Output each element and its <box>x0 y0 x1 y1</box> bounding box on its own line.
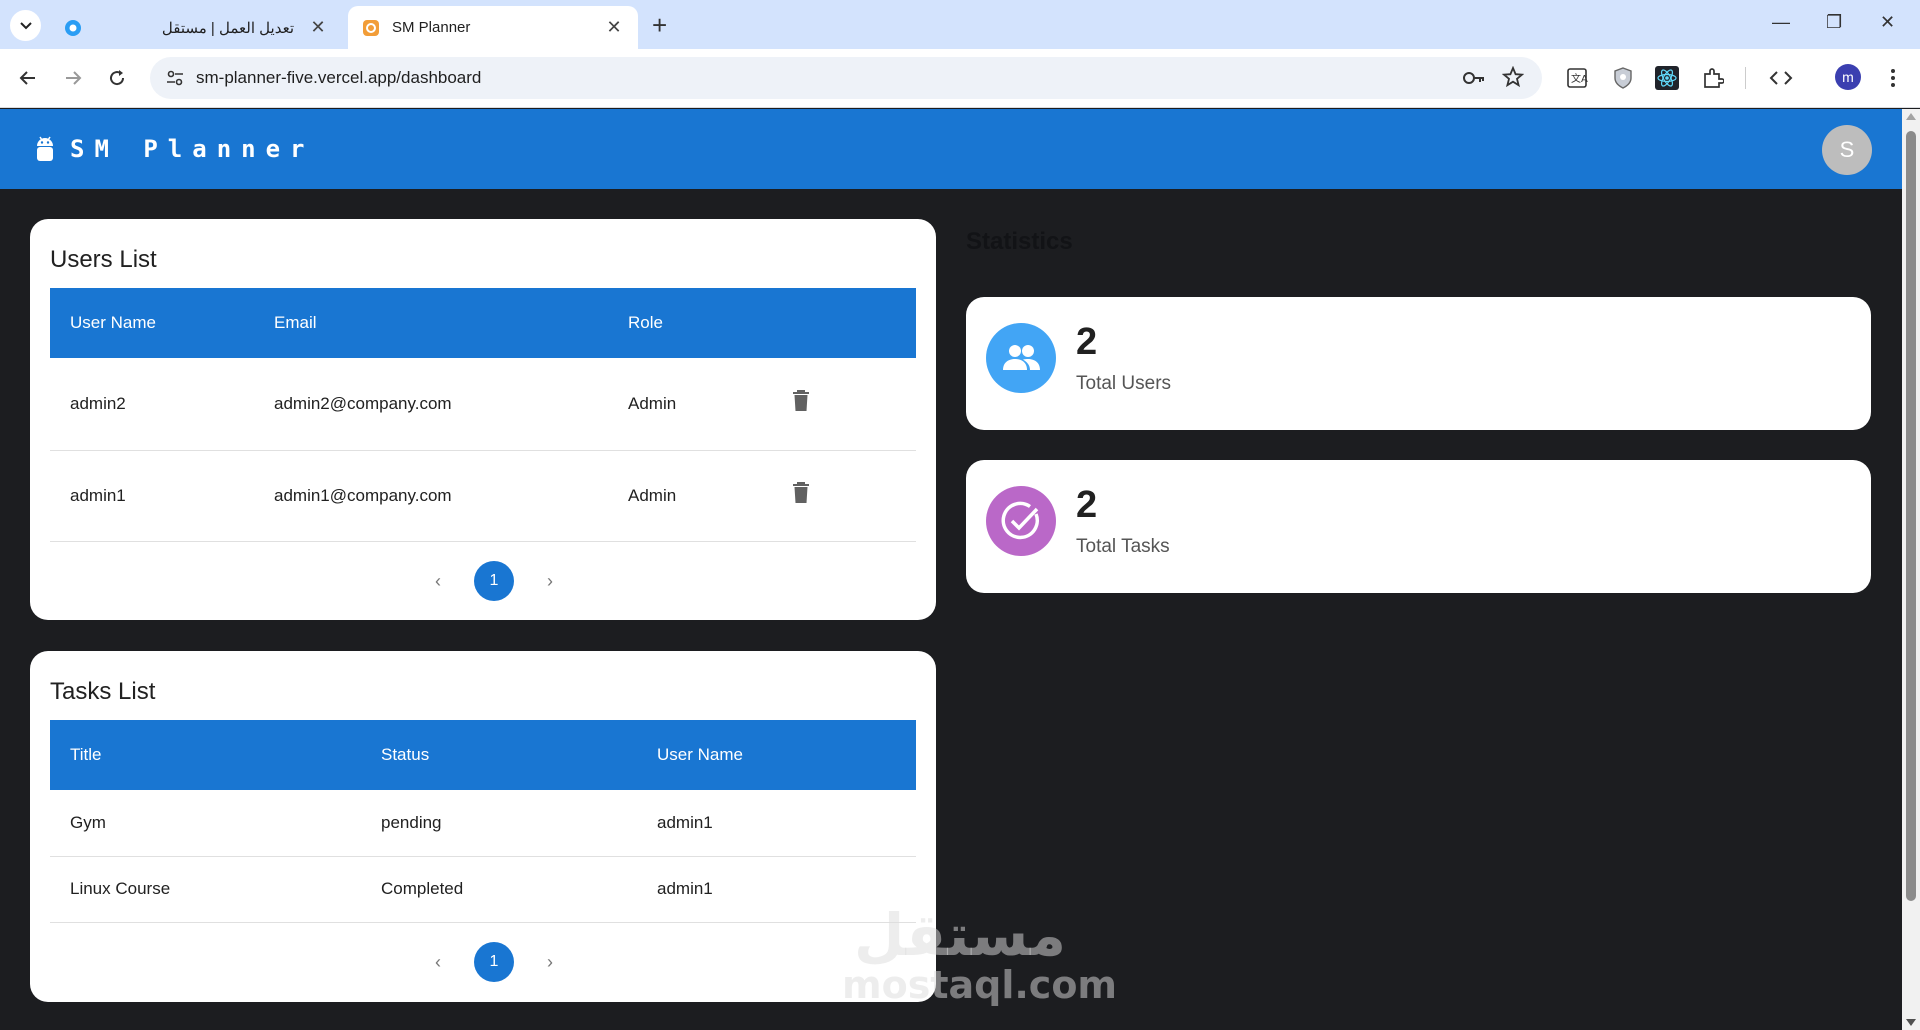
delete-trash-icon[interactable] <box>792 390 810 412</box>
page-scrollbar[interactable] <box>1902 109 1920 1030</box>
column-header-title: Title <box>70 745 102 764</box>
stat-card-total-tasks: 2 Total Tasks <box>966 460 1871 593</box>
react-devtools-icon[interactable] <box>1654 65 1680 91</box>
new-tab-button[interactable]: + <box>652 12 667 38</box>
restore-button[interactable]: ❐ <box>1826 12 1842 33</box>
site-info-icon[interactable] <box>164 67 186 89</box>
chevron-left-icon[interactable]: ‹ <box>428 952 448 973</box>
stat-value: 2 <box>1076 321 1098 363</box>
table-row: Gym pending admin1 <box>50 790 916 857</box>
users-list-card: Users List User Name Email Role admin2 a… <box>30 219 936 620</box>
tasks-table: Title Status User Name Gym pending admin… <box>50 720 916 923</box>
table-row: admin1 admin1@company.com Admin <box>50 450 916 542</box>
column-header-user-name: User Name <box>70 313 156 332</box>
app-header: SM Planner S <box>0 109 1902 189</box>
more-menu-icon[interactable] <box>1880 65 1906 91</box>
back-button[interactable] <box>15 65 41 91</box>
tab-sm-planner[interactable]: SM Planner ✕ <box>348 6 638 49</box>
password-key-icon[interactable] <box>1462 67 1486 94</box>
url-text[interactable]: sm-planner-five.vercel.app/dashboard <box>196 68 481 88</box>
statistics-title: Statistics <box>966 228 1073 255</box>
stat-card-total-users: 2 Total Users <box>966 297 1871 430</box>
delete-trash-icon[interactable] <box>792 482 810 504</box>
cell-actions <box>772 358 916 451</box>
stat-label: Total Tasks <box>1076 536 1170 557</box>
cell-user-name: admin1 <box>637 790 916 857</box>
stat-value: 2 <box>1076 484 1098 526</box>
bookmark-star-icon[interactable] <box>1501 65 1525 93</box>
sm-planner-favicon-icon <box>363 19 379 36</box>
address-bar[interactable]: sm-planner-five.vercel.app/dashboard <box>150 57 1542 99</box>
browser-toolbar: sm-planner-five.vercel.app/dashboard 文A … <box>0 49 1920 108</box>
tab-search-button[interactable] <box>10 10 41 41</box>
stat-label: Total Users <box>1076 373 1172 394</box>
cell-actions <box>772 450 916 542</box>
toolbar-divider <box>1745 67 1746 89</box>
column-header-status: Status <box>381 745 430 764</box>
tab-title: SM Planner <box>392 19 471 36</box>
check-circle-icon <box>986 486 1056 556</box>
cell-email: admin2@company.com <box>254 358 608 451</box>
table-header-row: User Name Email Role <box>50 288 916 358</box>
arrow-right-icon <box>66 71 82 85</box>
cell-title: Gym <box>50 790 361 857</box>
column-header-user-name: User Name <box>657 745 743 764</box>
minimize-button[interactable]: — <box>1772 12 1790 33</box>
mostaql-favicon-icon <box>65 19 81 36</box>
cell-status: Completed <box>361 856 637 923</box>
cell-title: Linux Course <box>50 856 361 923</box>
tasks-pagination: ‹ 1 › <box>428 942 560 982</box>
mostaql-watermark: مستقل mostaql.com <box>842 901 1118 1007</box>
cell-role: Admin <box>608 450 772 542</box>
android-icon <box>37 136 53 161</box>
browser-tab-bar: تعديل العمل | مستقل ✕ SM Planner ✕ + — ❐… <box>0 0 1920 49</box>
users-list-title: Users List <box>50 246 157 273</box>
column-header-email: Email <box>274 313 317 332</box>
watermark-latin: mostaql.com <box>842 963 1118 1007</box>
tasks-list-title: Tasks List <box>50 678 156 705</box>
users-table: User Name Email Role admin2 admin2@compa… <box>50 288 916 542</box>
cell-status: pending <box>361 790 637 857</box>
chevron-down-icon <box>19 21 32 29</box>
tab-title: تعديل العمل | مستقل <box>161 19 294 37</box>
cell-role: Admin <box>608 358 772 451</box>
scrollbar-thumb[interactable] <box>1906 131 1916 901</box>
arrow-left-icon <box>19 71 35 85</box>
page-button-current[interactable]: 1 <box>474 561 514 601</box>
scroll-up-arrow-icon[interactable] <box>1906 113 1916 120</box>
table-header-row: Title Status User Name <box>50 720 916 790</box>
scroll-down-arrow-icon[interactable] <box>1906 1019 1916 1026</box>
reload-button[interactable] <box>104 65 130 91</box>
profile-avatar[interactable]: m <box>1835 64 1861 90</box>
devtools-code-icon[interactable] <box>1768 65 1794 91</box>
user-avatar[interactable]: S <box>1822 125 1872 175</box>
page-button-current[interactable]: 1 <box>474 942 514 982</box>
cell-user-name: admin2 <box>50 358 254 451</box>
table-row: Linux Course Completed admin1 <box>50 856 916 923</box>
cell-email: admin1@company.com <box>254 450 608 542</box>
tasks-list-card: Tasks List Title Status User Name Gym pe… <box>30 651 936 1002</box>
chevron-right-icon[interactable]: › <box>540 571 560 592</box>
tab-mostaql[interactable]: تعديل العمل | مستقل ✕ <box>50 6 342 49</box>
column-header-role: Role <box>628 313 663 332</box>
forward-button[interactable] <box>60 65 86 91</box>
svg-text:文A: 文A <box>1571 72 1588 85</box>
reload-icon <box>110 70 125 86</box>
extensions-puzzle-icon[interactable] <box>1700 65 1726 91</box>
close-icon[interactable]: ✕ <box>604 17 624 38</box>
app-brand[interactable]: SM Planner <box>70 135 315 163</box>
chevron-right-icon[interactable]: › <box>540 952 560 973</box>
table-row: admin2 admin2@company.com Admin <box>50 358 916 451</box>
translate-extension-icon[interactable]: 文A <box>1564 65 1590 91</box>
watermark-arabic: مستقل <box>853 901 1067 969</box>
close-icon[interactable]: ✕ <box>308 17 328 38</box>
users-pagination: ‹ 1 › <box>428 561 560 601</box>
window-close-button[interactable]: ✕ <box>1880 12 1895 33</box>
group-icon <box>986 323 1056 393</box>
shield-extension-icon[interactable] <box>1610 65 1636 91</box>
cell-user-name: admin1 <box>50 450 254 542</box>
chevron-left-icon[interactable]: ‹ <box>428 571 448 592</box>
column-header-actions <box>772 288 916 358</box>
